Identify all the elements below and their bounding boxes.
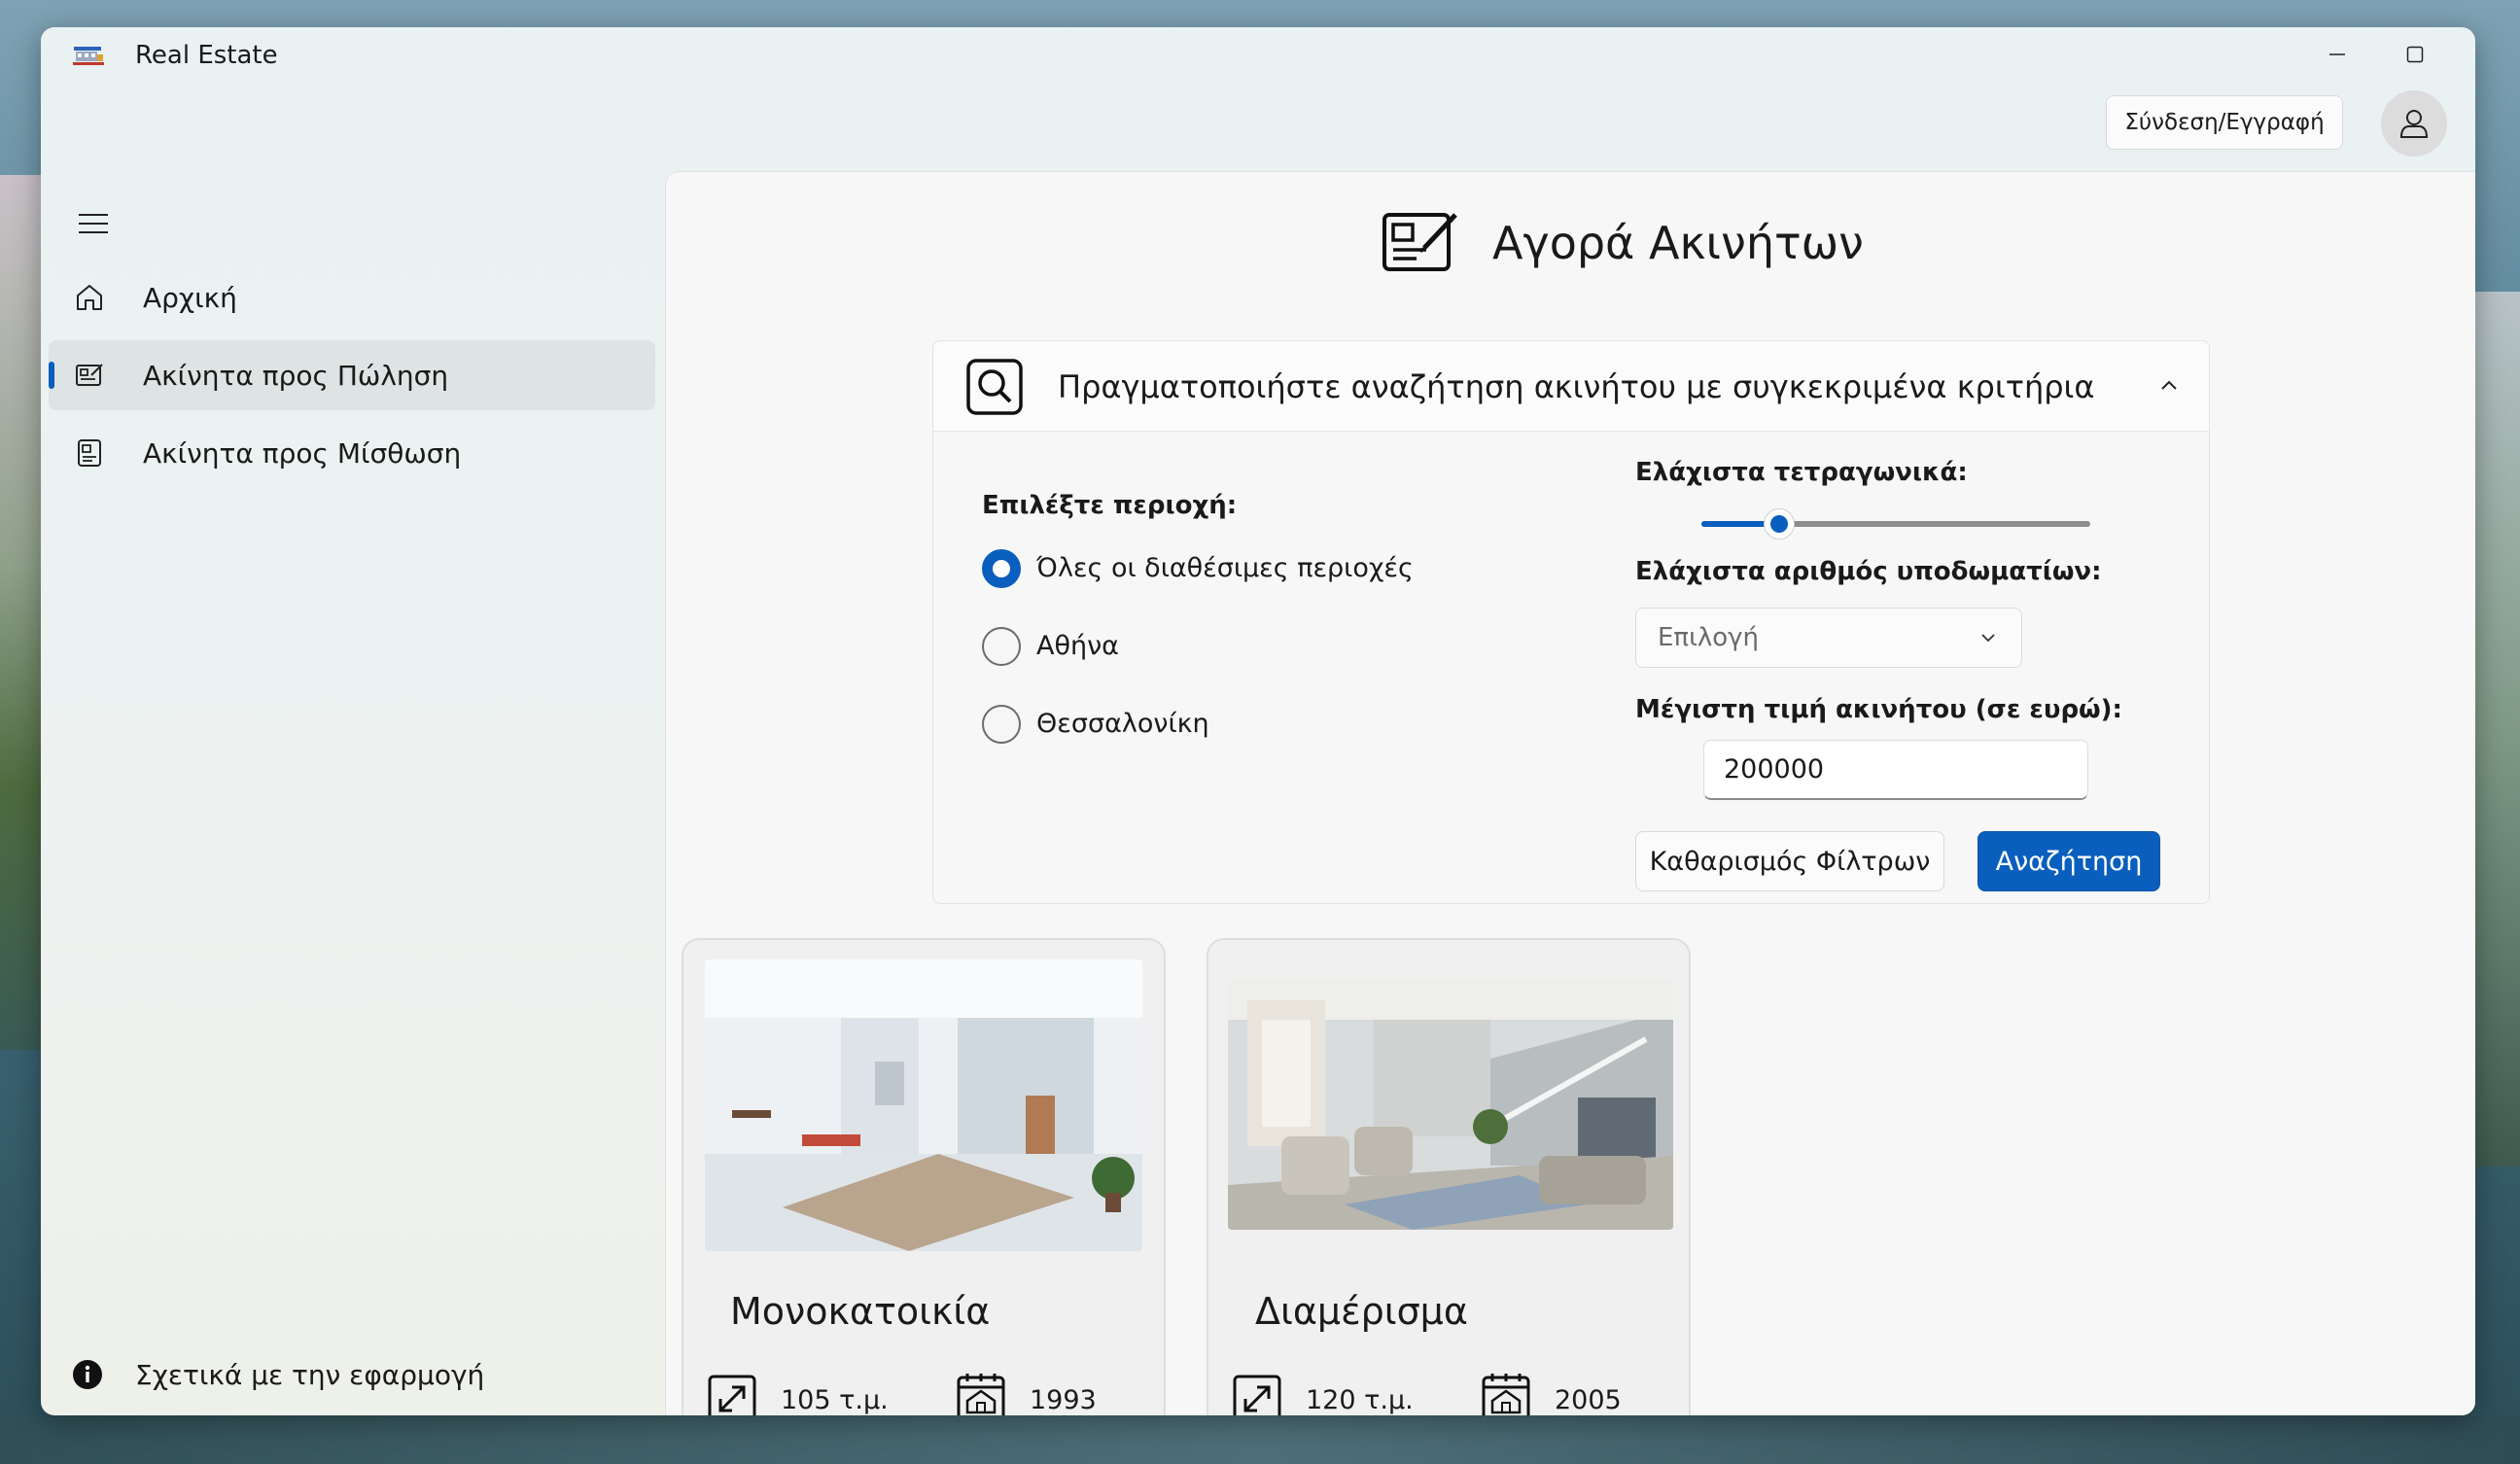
hamburger-menu-button[interactable]: [72, 202, 115, 245]
radio-all-areas[interactable]: [982, 549, 1021, 588]
clear-filters-button[interactable]: Καθαρισμός Φίλτρων: [1635, 831, 1944, 891]
radio-athens[interactable]: [982, 627, 1021, 666]
radio-label: Όλες οι διαθέσιμες περιοχές: [1036, 553, 1414, 583]
search-filters-header[interactable]: Πραγματοποιήστε αναζήτηση ακινήτου με συ…: [933, 341, 2209, 432]
chevron-down-icon: [1981, 634, 1995, 643]
sidebar-item-label: Αρχική: [143, 281, 237, 314]
sidebar-item-home[interactable]: Αρχική: [49, 262, 655, 332]
page-title: Αγορά Ακινήτων: [1492, 217, 1864, 269]
close-button[interactable]: [2462, 33, 2475, 76]
maximize-icon: [2406, 46, 2424, 63]
min-sqm-slider[interactable]: [1701, 506, 2090, 541]
min-rooms-dropdown[interactable]: Επιλογή: [1635, 608, 2022, 668]
minimize-icon: [2329, 53, 2345, 55]
app-title: Real Estate: [135, 41, 278, 70]
listing-year: 2005: [1555, 1385, 1622, 1415]
page-header: Αγορά Ακινήτων: [666, 172, 2475, 318]
sidebar-item-label: Ακίνητα προς Πώληση: [143, 359, 449, 392]
listing-card[interactable]: Μονοκατοικία 105 τ.μ. 1993: [682, 938, 1166, 1415]
area-size-icon: [708, 1375, 756, 1415]
about-app-link[interactable]: Σχετικά με την εφαρμογή: [72, 1351, 655, 1400]
listing-title: Διαμέρισμα: [1255, 1290, 1468, 1333]
listing-card[interactable]: Διαμέρισμα 120 τ.μ. 2005: [1207, 938, 1691, 1415]
maximize-button[interactable]: [2384, 33, 2446, 76]
listing-photo: [1228, 981, 1673, 1230]
listing-photo: [705, 959, 1142, 1251]
radio-thessaloniki[interactable]: [982, 705, 1021, 744]
search-icon: [966, 359, 1023, 415]
construction-year-icon: [957, 1374, 1005, 1415]
listing-year: 1993: [1030, 1385, 1097, 1415]
search-button[interactable]: Αναζήτηση: [1978, 831, 2160, 891]
user-avatar-button[interactable]: [2381, 90, 2447, 157]
radio-label: Αθήνα: [1036, 631, 1119, 661]
user-icon: [2399, 110, 2429, 138]
sidebar-item-for-rent[interactable]: Ακίνητα προς Μίσθωση: [49, 418, 655, 488]
login-register-button[interactable]: Σύνδεση/Εγγραφή: [2106, 95, 2343, 150]
property-rent-icon: [78, 439, 101, 467]
construction-year-icon: [1482, 1374, 1530, 1415]
min-rooms-label: Ελάχιστα αριθμός υποδωματίων:: [1635, 557, 2102, 586]
max-price-value: 200000: [1724, 754, 1825, 784]
radio-label: Θεσσαλονίκη: [1036, 709, 1209, 739]
dropdown-value: Επιλογή: [1658, 623, 1760, 652]
area-label: Επιλέξτε περιοχή:: [982, 491, 1238, 520]
area-size-icon: [1233, 1375, 1281, 1415]
menu-icon: [79, 214, 108, 233]
min-sqm-label: Ελάχιστα τετραγωνικά:: [1635, 458, 1968, 487]
app-logo-icon: [73, 47, 104, 65]
main-content: Αγορά Ακινήτων Πραγματοποιήστε αναζήτηση…: [665, 171, 2475, 1415]
max-price-input[interactable]: 200000: [1703, 740, 2088, 800]
sidebar-item-for-sale[interactable]: Ακίνητα προς Πώληση: [49, 340, 655, 410]
max-price-label: Μέγιστη τιμή ακινήτου (σε ευρώ):: [1635, 695, 2122, 724]
property-sale-icon: [1382, 213, 1457, 271]
selection-indicator: [49, 362, 54, 389]
property-sale-icon: [76, 364, 103, 386]
search-filters-expander: Πραγματοποιήστε αναζήτηση ακινήτου με συ…: [932, 340, 2210, 904]
app-window: Real Estate Σύνδεση/Εγγραφή Αρχική Ακίνη…: [41, 27, 2475, 1415]
info-icon: [73, 1360, 102, 1389]
title-bar: Real Estate: [41, 27, 2475, 86]
minimize-button[interactable]: [2306, 33, 2368, 76]
search-filters-title: Πραγματοποιήστε αναζήτηση ακινήτου με συ…: [1058, 368, 2095, 405]
sidebar-item-label: Ακίνητα προς Μίσθωση: [143, 436, 462, 470]
about-app-label: Σχετικά με την εφαρμογή: [135, 1359, 485, 1391]
listing-area: 105 τ.μ.: [781, 1385, 889, 1415]
desktop-background-bottom: [0, 1415, 2520, 1464]
listing-title: Μονοκατοικία: [730, 1290, 991, 1333]
chevron-up-icon[interactable]: [2154, 370, 2184, 400]
listing-area: 120 τ.μ.: [1306, 1385, 1414, 1415]
home-icon: [77, 285, 102, 310]
slider-thumb[interactable]: [1764, 508, 1795, 540]
